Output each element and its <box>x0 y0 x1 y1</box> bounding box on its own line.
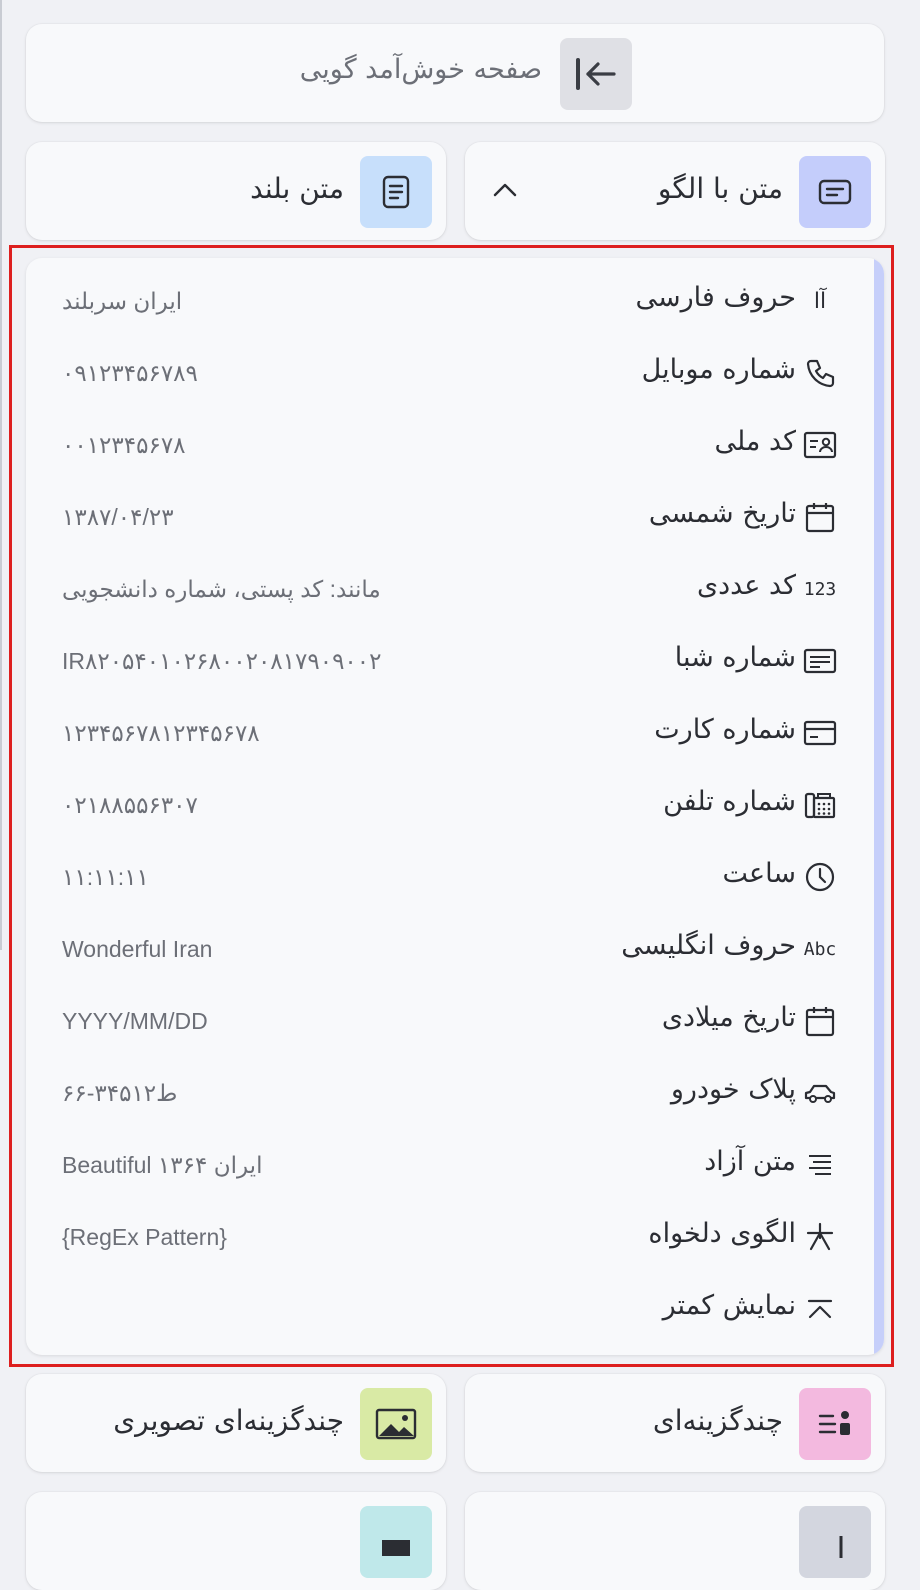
pattern-item-label: پلاک خودرو <box>670 1074 796 1105</box>
partial-tile-right[interactable] <box>465 1492 885 1590</box>
landline-phone-icon <box>802 787 838 823</box>
pattern-item-label: شماره شبا <box>674 642 796 673</box>
pattern-item-example: ۰۲۱۸۸۵۵۶۳۰۷ <box>62 792 198 818</box>
long-text-tile[interactable]: متن بلند <box>26 142 446 240</box>
iban-icon <box>802 643 838 679</box>
multiple-choice-icon <box>799 1388 871 1460</box>
pattern-item-gregorian-date[interactable]: تاریخ میلادی YYYY/MM/DD <box>26 986 884 1058</box>
welcome-page-label: صفحه خوش‌آمد گویی <box>299 54 542 85</box>
pattern-item-card-number[interactable]: شماره کارت ۱۲۳۴۵۶۷۸۱۲۳۴۵۶۷۸ <box>26 698 884 770</box>
pattern-item-free-text[interactable]: متن آزاد Beautiful ۱۳۶۴ ایران <box>26 1130 884 1202</box>
pattern-item-numeric-code[interactable]: 123 کد عددی مانند: کد پستی، شماره دانشجو… <box>26 554 884 626</box>
pattern-item-label: تاریخ میلادی <box>661 1002 796 1033</box>
pattern-item-label: شماره تلفن <box>663 786 796 817</box>
pattern-item-example: Wonderful Iran <box>62 936 213 962</box>
text-pattern-label: متن با الگو <box>657 172 783 205</box>
credit-card-icon <box>802 715 838 751</box>
pattern-item-example: ۰۹۱۲۳۴۵۶۷۸۹ <box>62 360 198 386</box>
asterisk-icon <box>802 1219 838 1255</box>
pattern-item-example: YYYY/MM/DD <box>62 1008 208 1034</box>
id-card-icon <box>802 427 838 463</box>
show-less-label: نمایش کمتر <box>662 1290 796 1321</box>
welcome-page-card[interactable]: صفحه خوش‌آمد گویی <box>26 24 884 122</box>
pattern-item-landline[interactable]: شماره تلفن ۰۲۱۸۸۵۵۶۳۰۷ <box>26 770 884 842</box>
calendar-icon <box>802 1003 838 1039</box>
pattern-item-mobile[interactable]: شماره موبایل ۰۹۱۲۳۴۵۶۷۸۹ <box>26 338 884 410</box>
pattern-item-english-letters[interactable]: Abc حروف انگلیسی Wonderful Iran <box>26 914 884 986</box>
pattern-item-persian-letters[interactable]: آا حروف فارسی ایران سربلند <box>26 266 884 338</box>
calendar-icon <box>802 499 838 535</box>
partial-tile-icon <box>360 1506 432 1578</box>
show-less-icon <box>802 1291 838 1327</box>
free-text-icon <box>802 1147 838 1183</box>
left-edge-divider <box>0 0 2 950</box>
text-pattern-tile[interactable]: متن با الگو <box>465 142 885 240</box>
pattern-item-label: شماره موبایل <box>641 354 796 385</box>
document-icon <box>360 156 432 228</box>
pattern-item-label: حروف انگلیسی <box>621 930 796 961</box>
pattern-item-iban[interactable]: شماره شبا IR۸۲۰۵۴۰۱۰۲۶۸۰۰۲۰۸۱۷۹۰۹۰۰۲ <box>26 626 884 698</box>
pattern-item-label: ساعت <box>722 858 796 889</box>
pattern-item-example: ۱۲۳۴۵۶۷۸۱۲۳۴۵۶۷۸ <box>62 720 260 746</box>
pattern-item-example: ۱۳۸۷/۰۴/۲۳ <box>62 504 174 530</box>
pattern-item-national-code[interactable]: کد ملی ۰۰۱۲۳۴۵۶۷۸ <box>26 410 884 482</box>
partial-tile-left[interactable] <box>26 1492 446 1590</box>
pattern-item-label: کد عددی <box>696 570 796 601</box>
image-icon <box>360 1388 432 1460</box>
pattern-item-example: ۶۶-۳۴۵ط۱۲ <box>62 1080 178 1106</box>
pattern-item-custom-regex[interactable]: الگوی دلخواه {RegEx Pattern} <box>26 1202 884 1274</box>
pattern-item-label: تاریخ شمسی <box>648 498 796 529</box>
collapse-arrow-icon[interactable] <box>560 38 632 110</box>
pattern-item-label: الگوی دلخواه <box>648 1218 796 1249</box>
persian-letters-icon: آا <box>813 288 827 314</box>
show-less-button[interactable]: نمایش کمتر <box>26 1274 884 1346</box>
multiple-choice-label: چندگزینه‌ای <box>652 1404 783 1437</box>
pattern-item-example: IR۸۲۰۵۴۰۱۰۲۶۸۰۰۲۰۸۱۷۹۰۹۰۰۲ <box>62 648 382 674</box>
image-choice-tile[interactable]: چندگزینه‌ای تصویری <box>26 1374 446 1472</box>
multiple-choice-tile[interactable]: چندگزینه‌ای <box>465 1374 885 1472</box>
clock-icon <box>802 859 838 895</box>
pattern-item-example: مانند: کد پستی، شماره دانشجویی <box>62 576 381 602</box>
image-choice-label: چندگزینه‌ای تصویری <box>113 1404 344 1437</box>
pattern-item-example: ایران سربلند <box>62 288 183 314</box>
pattern-item-label: حروف فارسی <box>635 282 797 313</box>
pattern-item-label: کد ملی <box>714 426 796 457</box>
pattern-item-label: متن آزاد <box>704 1146 796 1177</box>
pattern-item-shamsi-date[interactable]: تاریخ شمسی ۱۳۸۷/۰۴/۲۳ <box>26 482 884 554</box>
pattern-item-example: ۰۰۱۲۳۴۵۶۷۸ <box>62 432 186 458</box>
pattern-item-example: {RegEx Pattern} <box>62 1224 227 1250</box>
numbers-icon: 123 <box>803 578 837 600</box>
pattern-item-example: ۱۱:۱۱:۱۱ <box>62 864 149 890</box>
pattern-options-list: آا حروف فارسی ایران سربلند شماره موبایل … <box>26 258 884 1355</box>
pattern-item-license-plate[interactable]: پلاک خودرو ۶۶-۳۴۵ط۱۲ <box>26 1058 884 1130</box>
chevron-up-icon[interactable] <box>491 176 519 204</box>
car-icon <box>802 1075 838 1111</box>
pattern-item-example: Beautiful ۱۳۶۴ ایران <box>62 1152 263 1178</box>
phone-icon <box>802 355 838 391</box>
partial-tile-icon <box>799 1506 871 1578</box>
pattern-item-time[interactable]: ساعت ۱۱:۱۱:۱۱ <box>26 842 884 914</box>
pattern-item-label: شماره کارت <box>654 714 796 745</box>
abc-icon: Abc <box>803 938 837 960</box>
long-text-label: متن بلند <box>250 172 344 205</box>
text-pattern-icon <box>799 156 871 228</box>
